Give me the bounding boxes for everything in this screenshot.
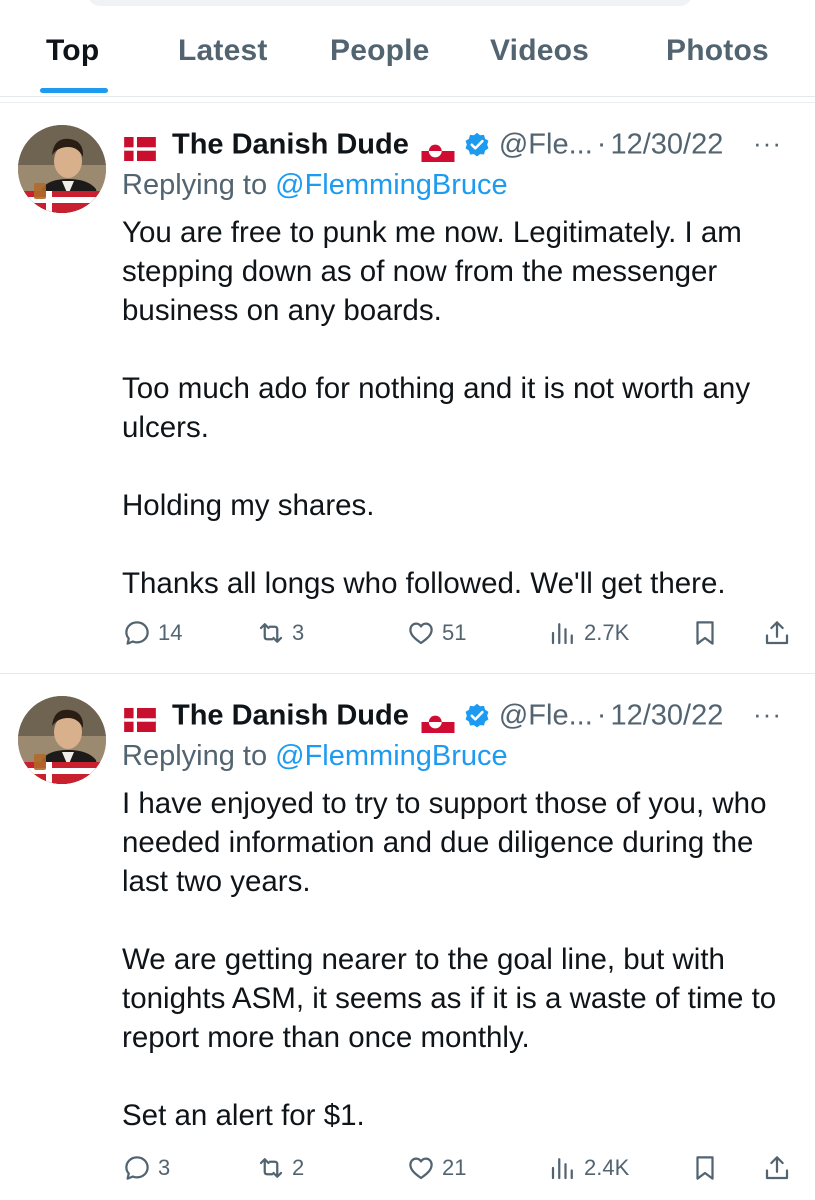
like-icon: [409, 1157, 433, 1180]
avatar[interactable]: [18, 696, 106, 784]
views-icon: [551, 623, 573, 645]
retweet-count: 2: [292, 1155, 305, 1180]
search-tabs: Top Latest People Videos Photos: [0, 0, 815, 97]
author-name[interactable]: The Danish Dude: [172, 699, 409, 731]
bookmark-icon: [696, 1156, 714, 1180]
author-handle[interactable]: @Fle...: [499, 699, 593, 731]
bookmark-button[interactable]: [690, 613, 726, 653]
tweet-paragraph: We are getting nearer to the goal line, …: [122, 943, 777, 1054]
author-name[interactable]: The Danish Dude: [172, 128, 409, 160]
separator: ·: [596, 699, 607, 732]
author-handle[interactable]: @Fle...: [499, 128, 593, 160]
verified-badge-icon: [463, 130, 491, 158]
tweet-header: The Danish Dude @Fle... · 12/30/22 ···: [122, 123, 802, 163]
bookmark-icon: [696, 621, 714, 645]
share-icon: [765, 1156, 789, 1180]
tweet-actions: 14 3 51 2.7K: [122, 613, 802, 653]
like-button[interactable]: 21: [406, 1148, 466, 1188]
replying-to: Replying to @FlemmingBruce: [122, 736, 508, 776]
greenland-flag-icon: [421, 704, 455, 734]
tweet-paragraph: Holding my shares.: [122, 489, 375, 522]
active-tab-indicator: [40, 88, 108, 93]
tweet-date[interactable]: 12/30/22: [610, 128, 723, 160]
tweet-text: I have enjoyed to try to support those o…: [122, 784, 802, 1135]
danish-flag-icon: [122, 132, 158, 162]
like-count: 21: [442, 1155, 467, 1180]
share-button[interactable]: [762, 613, 798, 653]
mention-link[interactable]: @FlemmingBruce: [275, 169, 508, 201]
avatar[interactable]: [18, 125, 106, 213]
retweet-count: 3: [292, 620, 305, 645]
replying-to: Replying to @FlemmingBruce: [122, 165, 508, 205]
reply-icon: [125, 1156, 149, 1180]
tweet-date[interactable]: 12/30/22: [610, 699, 723, 731]
tweet-paragraph: Too much ado for nothing and it is not w…: [122, 372, 751, 444]
tweet-paragraph: Set an alert for $1.: [122, 1099, 365, 1132]
tweet[interactable]: The Danish Dude @Fle... · 12/30/22 ··· Rep…: [0, 103, 815, 674]
like-icon: [409, 622, 433, 645]
tweet-header: The Danish Dude @Fle... · 12/30/22 ···: [122, 694, 802, 734]
tweet-paragraph: I have enjoyed to try to support those o…: [122, 787, 767, 898]
reply-count: 14: [158, 620, 183, 645]
views-button[interactable]: 2.7K: [548, 613, 629, 653]
reply-button[interactable]: 3: [122, 1148, 170, 1188]
more-options-icon[interactable]: ···: [753, 123, 782, 163]
greenland-flag-icon: [421, 133, 455, 163]
tab-top[interactable]: Top: [46, 34, 99, 68]
danish-flag-icon: [122, 703, 158, 733]
retweet-icon: [259, 1158, 283, 1178]
view-count: 2.7K: [584, 620, 630, 645]
retweet-button[interactable]: 2: [256, 1148, 304, 1188]
tweet-text: You are free to punk me now. Legitimatel…: [122, 213, 802, 603]
separator: ·: [596, 128, 607, 161]
reply-icon: [125, 621, 149, 645]
share-icon: [765, 621, 789, 645]
tab-latest[interactable]: Latest: [178, 34, 268, 68]
verified-badge-icon: [463, 701, 491, 729]
like-button[interactable]: 51: [406, 613, 466, 653]
reply-button[interactable]: 14: [122, 613, 182, 653]
tweet[interactable]: The Danish Dude @Fle... · 12/30/22 ··· Rep…: [0, 674, 815, 1200]
more-options-icon[interactable]: ···: [753, 694, 782, 734]
tab-videos[interactable]: Videos: [490, 34, 589, 68]
tab-people[interactable]: People: [330, 34, 430, 68]
bookmark-button[interactable]: [690, 1148, 726, 1188]
tweet-paragraph: Thanks all longs who followed. We'll get…: [122, 567, 726, 600]
share-button[interactable]: [762, 1148, 798, 1188]
replying-prefix: Replying to: [122, 169, 268, 201]
retweet-button[interactable]: 3: [256, 613, 304, 653]
tweet-paragraph: You are free to punk me now. Legitimatel…: [122, 216, 742, 327]
tweet-actions: 3 2 21 2.4K: [122, 1148, 802, 1188]
reply-count: 3: [158, 1155, 171, 1180]
mention-link[interactable]: @FlemmingBruce: [275, 740, 508, 772]
tab-photos[interactable]: Photos: [666, 34, 769, 68]
retweet-icon: [259, 623, 283, 643]
like-count: 51: [442, 620, 467, 645]
replying-prefix: Replying to: [122, 740, 268, 772]
views-icon: [551, 1158, 573, 1180]
views-button[interactable]: 2.4K: [548, 1148, 629, 1188]
view-count: 2.4K: [584, 1155, 630, 1180]
